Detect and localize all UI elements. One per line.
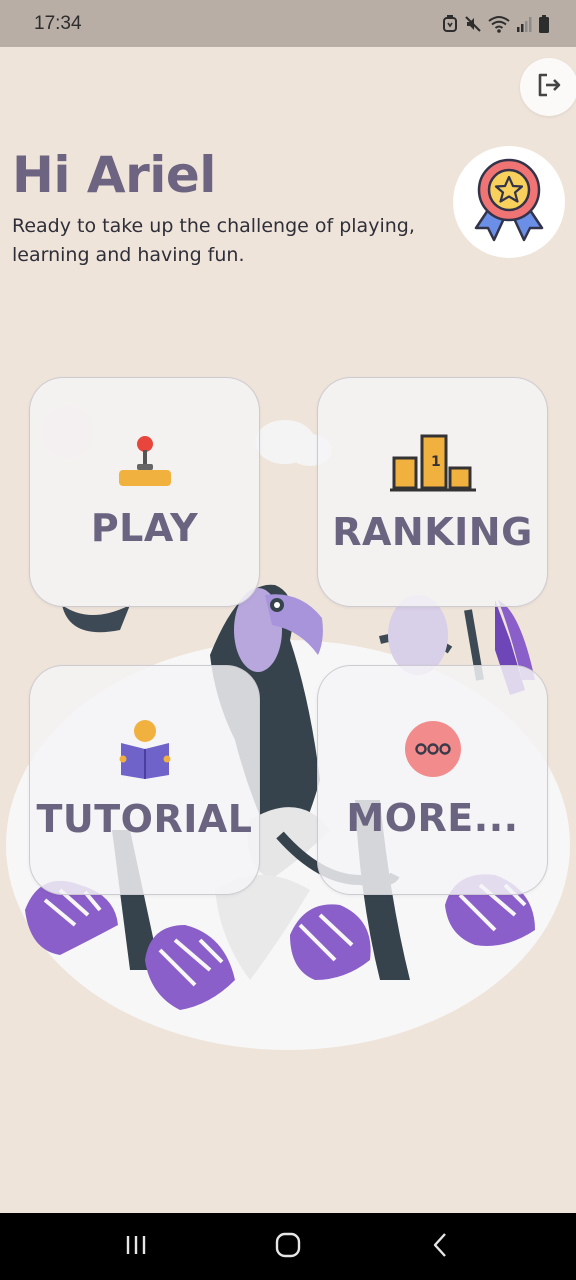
tutorial-label: TUTORIAL bbox=[36, 797, 253, 841]
signal-icon bbox=[516, 16, 532, 32]
recent-apps-icon bbox=[124, 1233, 148, 1261]
logout-icon bbox=[535, 71, 563, 103]
ranking-button[interactable]: 1 RANKING bbox=[317, 377, 548, 607]
more-label: MORE... bbox=[346, 796, 519, 840]
greeting-subtitle: Ready to take up the challenge of playin… bbox=[12, 215, 415, 266]
status-icons bbox=[442, 14, 550, 33]
back-button[interactable] bbox=[415, 1222, 465, 1272]
app-screen: 17:34 Hi Ariel Ready to take up the chal… bbox=[0, 0, 576, 1280]
medal-button[interactable] bbox=[453, 146, 565, 258]
logout-button[interactable] bbox=[520, 58, 576, 116]
ranking-label: RANKING bbox=[332, 510, 533, 554]
podium-icon: 1 bbox=[388, 430, 478, 498]
navigation-bar bbox=[0, 1213, 576, 1280]
more-icon bbox=[404, 720, 462, 782]
play-button[interactable]: PLAY bbox=[29, 377, 260, 607]
svg-text:1: 1 bbox=[431, 454, 441, 470]
reading-icon bbox=[115, 719, 175, 783]
greeting-title: Hi Ariel bbox=[12, 146, 216, 204]
home-icon bbox=[275, 1232, 301, 1262]
recent-apps-button[interactable] bbox=[111, 1222, 161, 1272]
wifi-icon bbox=[488, 15, 510, 33]
joystick-icon bbox=[115, 434, 175, 496]
battery-icon bbox=[538, 14, 550, 33]
more-button[interactable]: MORE... bbox=[317, 665, 548, 895]
status-time: 17:34 bbox=[34, 12, 82, 34]
mute-icon bbox=[464, 15, 482, 33]
alarm-icon bbox=[442, 14, 458, 33]
back-icon bbox=[430, 1232, 450, 1262]
medal-icon bbox=[468, 156, 550, 248]
home-button[interactable] bbox=[263, 1222, 313, 1272]
play-label: PLAY bbox=[90, 506, 199, 550]
tutorial-button[interactable]: TUTORIAL bbox=[29, 665, 260, 895]
status-bar: 17:34 bbox=[0, 0, 576, 47]
